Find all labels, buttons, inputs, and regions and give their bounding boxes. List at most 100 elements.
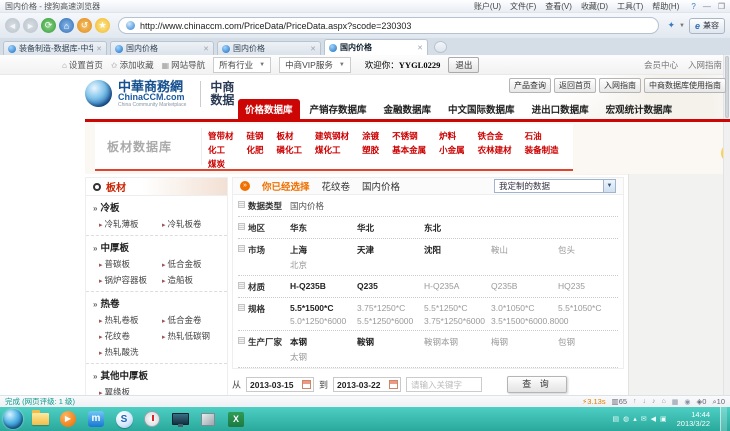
nav-production-db[interactable]: 产销存数据库 [303, 99, 374, 119]
address-dropdown-icon[interactable]: ▼ [679, 23, 685, 29]
filter-value[interactable]: 包钢 [558, 336, 625, 348]
filter-value[interactable]: 5.5*1050*C [558, 303, 625, 313]
logout-button[interactable]: 退出 [448, 57, 479, 73]
cat-link-ferroalloy[interactable]: 铁合金 [478, 130, 512, 142]
nav-macro-stats-db[interactable]: 宏观统计数据库 [599, 99, 680, 119]
filter-value[interactable]: 包头 [558, 244, 625, 256]
guide-button[interactable]: 入网指南 [599, 78, 641, 93]
sogou-browser-taskbar-icon[interactable]: S [113, 409, 135, 429]
cat-link-minor-metals[interactable]: 小金属 [439, 144, 465, 156]
menu-tools[interactable]: 工具(T) [617, 1, 643, 12]
filter-value[interactable]: 华北 [357, 222, 424, 234]
layout-icon[interactable]: ▦ [672, 398, 679, 406]
filter-value[interactable]: H-Q235A [424, 281, 491, 291]
db-manual-button[interactable]: 中商数据库使用指南 [644, 78, 726, 93]
url-text[interactable]: http://www.chinaccm.com/PriceData/PriceD… [140, 21, 411, 31]
member-center-link[interactable]: 会员中心 [644, 59, 678, 71]
excel-taskbar-icon[interactable]: X [225, 409, 247, 429]
ad-block-counter[interactable]: ◈0 [697, 397, 707, 406]
back-button[interactable]: ◄ [5, 18, 20, 33]
filter-value[interactable]: 华东 [290, 222, 357, 234]
tab-domestic-price-active[interactable]: 国内价格 ✕ [324, 39, 428, 55]
sidebar-item-hot-rolled-coil[interactable]: ▸热轧卷板 [99, 314, 162, 326]
my-custom-data-dropdown[interactable]: 我定制的数据 ▼ [494, 179, 616, 193]
filter-value[interactable]: 3.75*1250*6000 [424, 316, 491, 326]
clock-app-taskbar-icon[interactable] [141, 409, 163, 429]
cat-link-pipe-strip[interactable]: 管带材 [208, 130, 234, 142]
cat-link-phosphorus[interactable]: 磷化工 [277, 144, 303, 156]
home-status-icon[interactable]: ⌂ [662, 398, 666, 405]
undo-closed-tab-button[interactable]: ↺ [77, 18, 92, 33]
set-home-link[interactable]: ⌂设置首页 [62, 59, 103, 71]
nav-import-export-db[interactable]: 进出口数据库 [525, 99, 596, 119]
filter-value[interactable]: 天津 [357, 244, 424, 256]
back-home-button[interactable]: 返回首页 [554, 78, 596, 93]
menu-account[interactable]: 账户(U) [474, 1, 501, 12]
refresh-button[interactable]: ⟳ [41, 18, 56, 33]
tray-update-icon[interactable]: ▴ [633, 415, 637, 423]
sidebar-item-cold-rolled-sheet[interactable]: ▸冷轧薄板 [99, 218, 162, 230]
filter-value[interactable]: 5.5*1250*C [424, 303, 491, 313]
filter-value[interactable]: 东北 [424, 222, 491, 234]
add-favorite-link[interactable]: ✩添加收藏 [111, 59, 154, 71]
cat-link-chemical[interactable]: 化工 [208, 144, 234, 156]
calendar-icon[interactable] [302, 380, 311, 389]
nav-international-db[interactable]: 中文国际数据库 [441, 99, 522, 119]
help-icon[interactable]: ? [691, 2, 695, 11]
explorer-taskbar-icon[interactable] [29, 409, 51, 429]
cat-link-petroleum[interactable]: 石油 [525, 130, 559, 142]
filter-value[interactable]: 上海 [290, 244, 357, 256]
cat-link-coated[interactable]: 涂镀 [362, 130, 379, 142]
sidebar-section-hot-coil[interactable]: »热卷 [86, 292, 227, 312]
filter-value[interactable]: 鞍钢本钢 [424, 336, 491, 348]
filter-value[interactable]: 5.0*1250*6000 [290, 316, 357, 326]
sidebar-item-flange-plate[interactable]: ▸翼缘板 [99, 386, 162, 395]
installer-taskbar-icon[interactable] [197, 409, 219, 429]
address-bar[interactable]: http://www.chinaccm.com/PriceData/PriceD… [118, 17, 659, 34]
favorites-button[interactable]: ★ [95, 18, 110, 33]
sidebar-section-other-plate[interactable]: »其他中厚板 [86, 364, 227, 384]
filter-value[interactable]: 鞍钢 [357, 336, 424, 348]
filter-value[interactable]: Q235B [491, 281, 558, 291]
filter-value[interactable]: 本钢 [290, 336, 357, 348]
sidebar-section-cold-plate[interactable]: »冷板 [86, 196, 227, 216]
sidebar-item-hot-rolled-low-carbon[interactable]: ▸热轧低碳钢 [162, 330, 225, 342]
filter-value[interactable]: 3.5*1500*6000.8000 [491, 316, 558, 326]
date-from-input[interactable]: 2013-03-15 [246, 377, 314, 392]
keyword-input[interactable] [406, 377, 482, 392]
site-nav-link[interactable]: ▦网站导航 [162, 59, 206, 71]
filter-value[interactable]: 北京 [290, 259, 357, 271]
menu-file[interactable]: 文件(F) [510, 1, 536, 12]
page-load-status[interactable]: 完成 (网页评级: 1 级) [5, 396, 75, 407]
sidebar-item-carbon-plate[interactable]: ▸普碳板 [99, 258, 162, 270]
new-tab-button[interactable] [434, 41, 447, 53]
maxthon-taskbar-icon[interactable]: m [85, 409, 107, 429]
filter-value[interactable]: 5.5*1250*6000 [357, 316, 424, 326]
sidebar-section-medium-plate[interactable]: »中厚板 [86, 236, 227, 256]
cat-link-agri-building[interactable]: 农林建材 [478, 144, 512, 156]
filter-value[interactable]: Q235 [357, 281, 424, 291]
vip-services-dropdown[interactable]: 中商VIP服务▼ [279, 57, 351, 73]
cat-link-fertilizer[interactable]: 化肥 [247, 144, 264, 156]
filter-value[interactable]: 3.0*1050*C [491, 303, 558, 313]
tab-domestic-price-1[interactable]: 国内价格 ✕ [110, 41, 214, 55]
speaker-icon[interactable]: ♪ [652, 398, 656, 405]
cat-link-silicon-steel[interactable]: 硅钢 [247, 130, 264, 142]
tray-message-icon[interactable]: ✉ [641, 415, 647, 423]
filter-value[interactable]: 沈阳 [424, 244, 491, 256]
industries-dropdown[interactable]: 所有行业▼ [213, 57, 271, 73]
compatibility-mode-button[interactable]: e 兼容 [689, 18, 725, 34]
page-scrollbar[interactable] [723, 55, 730, 395]
cat-link-equipment[interactable]: 装备制造 [525, 144, 559, 156]
menu-view[interactable]: 查看(V) [545, 1, 572, 12]
tab-domestic-price-2[interactable]: 国内价格 ✕ [217, 41, 321, 55]
filter-value[interactable]: 鞍山 [491, 244, 558, 256]
date-to-input[interactable]: 2013-03-22 [333, 377, 401, 392]
cat-link-construction-steel[interactable]: 建筑钢材 [315, 130, 349, 142]
filter-value[interactable]: 国内价格 [290, 200, 357, 212]
sidebar-item-low-alloy-coil[interactable]: ▸低合金卷 [162, 314, 225, 326]
tab-equipment-db[interactable]: 装备制造-数据库-中华商.. ✕ [3, 41, 107, 55]
show-desktop-button[interactable] [720, 407, 727, 431]
restore-button[interactable]: ❐ [718, 2, 725, 11]
media-player-taskbar-icon[interactable]: ▶ [57, 409, 79, 429]
